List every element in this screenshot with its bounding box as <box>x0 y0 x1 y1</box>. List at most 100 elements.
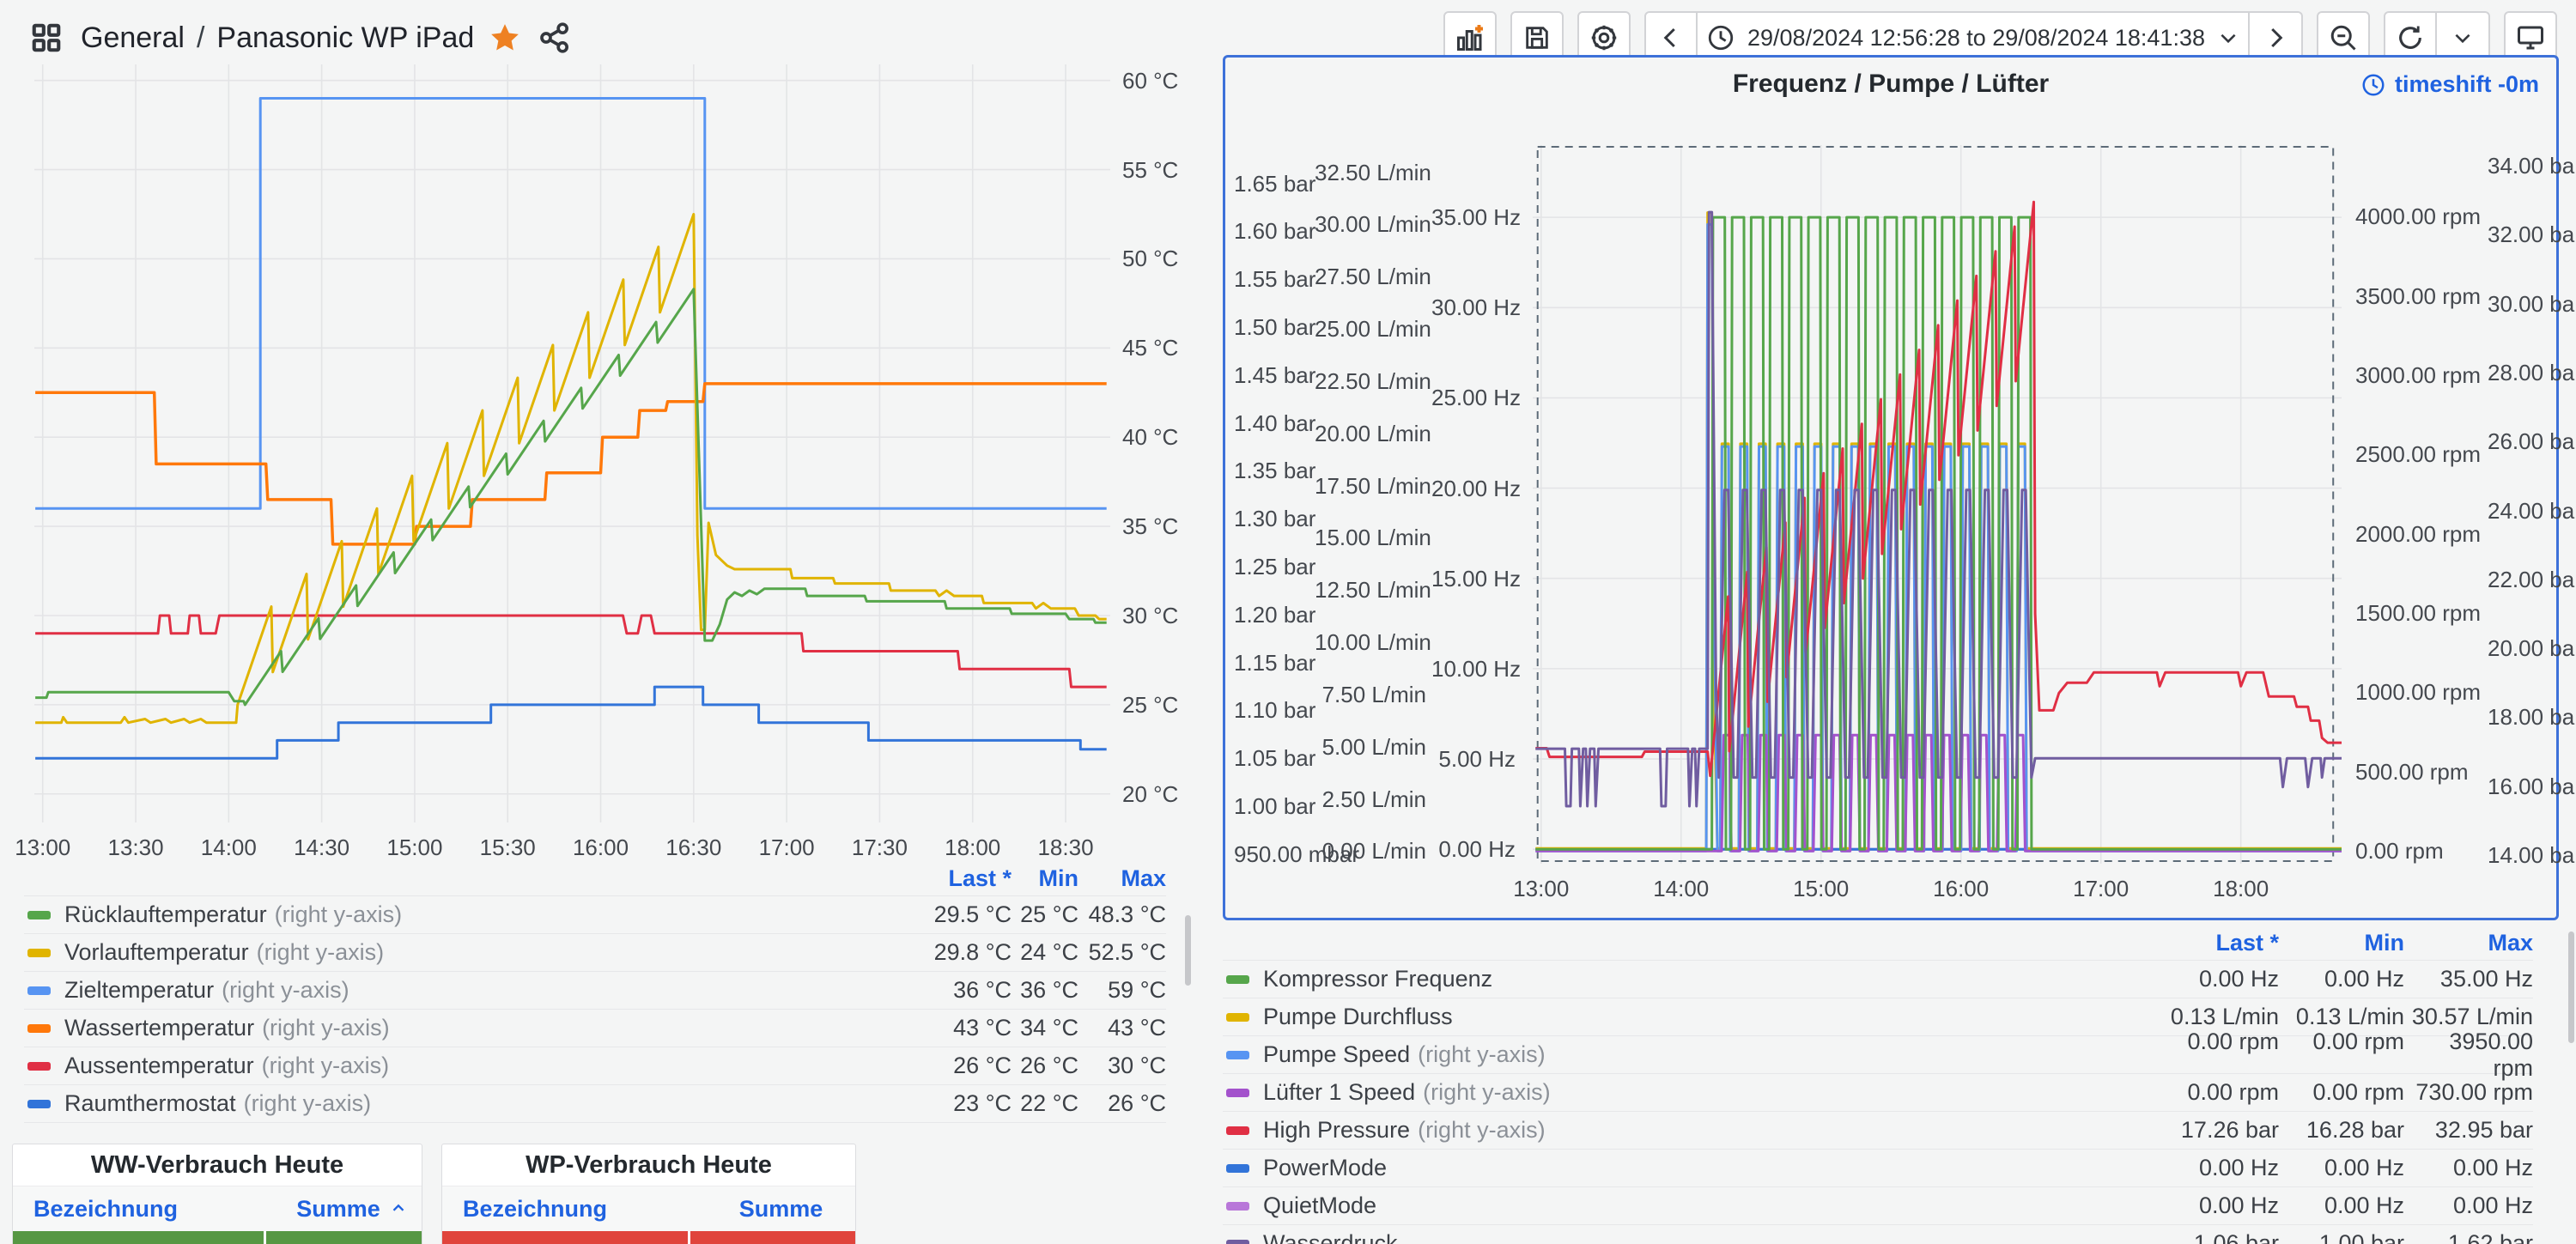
table-row[interactable] <box>442 1231 855 1244</box>
last-value: 43 °C <box>883 1015 1012 1041</box>
legend-header: Last *MinMax <box>1223 925 2533 960</box>
y-axis-tick-barL: 1.05 bar <box>1234 745 1313 771</box>
min-value: 25 °C <box>1012 901 1078 928</box>
legend-row[interactable]: PowerMode0.00 Hz0.00 Hz0.00 Hz <box>1223 1149 2533 1186</box>
x-axis-tick: 17:00 <box>735 834 838 861</box>
y-axis-tick-temp: 50 °C <box>1122 246 1204 271</box>
min-value: 0.00 Hz <box>2279 1192 2404 1219</box>
max-value: 0.00 Hz <box>2404 1192 2533 1219</box>
y-axis-tick-hz: 25.00 Hz <box>1431 385 1516 410</box>
legend-row[interactable]: Kompressor Frequenz0.00 Hz0.00 Hz35.00 H… <box>1223 960 2533 998</box>
last-value: 0.00 Hz <box>2131 1155 2279 1181</box>
y-axis-tick-temp: 20 °C <box>1122 781 1204 807</box>
legend-row[interactable]: Wasserdruck1.06 bar1.00 bar1.62 bar <box>1223 1224 2533 1244</box>
legend-row[interactable]: High Pressure(right y-axis)17.26 bar16.2… <box>1223 1111 2533 1149</box>
legend-row[interactable]: Wassertemperatur(right y-axis)43 °C34 °C… <box>24 1009 1166 1047</box>
y-axis-tick-hz: 30.00 Hz <box>1431 294 1516 320</box>
legend-sort-min[interactable]: Min <box>2279 930 2404 956</box>
y-axis-tick-lmin: 5.00 L/min <box>1315 734 1426 760</box>
series-label: PowerMode <box>1263 1155 1387 1181</box>
x-axis-tick: 15:30 <box>456 834 559 861</box>
x-axis-tick: 18:30 <box>1014 834 1117 861</box>
y-axis-tick-barL: 1.00 bar <box>1234 793 1313 819</box>
grafana-dashboard: General / Panasonic WP iPad <box>0 0 2576 1244</box>
x-axis-tick: 14:00 <box>177 834 280 861</box>
y-axis-tick-rpm: 2000.00 rpm <box>2355 521 2484 547</box>
legend-row[interactable]: Pumpe Speed(right y-axis)0.00 rpm0.00 rp… <box>1223 1035 2533 1073</box>
legend-sort-min[interactable]: Min <box>1012 865 1078 892</box>
legend-row[interactable]: QuietMode0.00 Hz0.00 Hz0.00 Hz <box>1223 1186 2533 1224</box>
series-vorlauftemperatur <box>35 215 1107 723</box>
y-axis-tick-barR: 24.00 bar <box>2488 498 2556 524</box>
series-aussentemperatur <box>35 616 1107 687</box>
legend-sort-max[interactable]: Max <box>2404 930 2533 956</box>
table-column-bezeichnung[interactable]: Bezeichnung <box>442 1196 707 1223</box>
series-color-swatch <box>1226 1126 1249 1135</box>
y-axis-tick-hz: 10.00 Hz <box>1431 656 1516 682</box>
y-axis-tick-lmin: 32.50 L/min <box>1315 160 1426 185</box>
y-axis-tick-rpm: 3500.00 rpm <box>2355 283 2484 309</box>
frequenz-pumpe-luefter-panel[interactable]: Frequenz / Pumpe / Lüfter timeshift -0m … <box>1223 55 2559 920</box>
min-value: 0.00 Hz <box>2279 966 2404 992</box>
last-value: 1.06 bar <box>2131 1230 2279 1244</box>
table-row[interactable] <box>13 1231 422 1244</box>
legend-row[interactable]: Zieltemperatur(right y-axis)36 °C36 °C59… <box>24 971 1166 1009</box>
legend-row[interactable]: Aussentemperatur(right y-axis)26 °C26 °C… <box>24 1047 1166 1084</box>
table-column-summe[interactable]: Summe <box>707 1196 855 1223</box>
legend-sort-last[interactable]: Last * <box>2131 930 2279 956</box>
y-axis-tick-temp: 35 °C <box>1122 513 1204 539</box>
x-axis-tick: 14:00 <box>1630 876 1733 902</box>
y-axis-tick-rpm: 2500.00 rpm <box>2355 441 2484 467</box>
breadcrumb-section[interactable]: General <box>81 21 185 55</box>
frequenz-chart[interactable]: 13:0014:0015:0016:0017:0018:001.65 bar1.… <box>1225 58 2556 918</box>
legend-scrollbar[interactable] <box>1185 915 1191 986</box>
min-value: 0.00 rpm <box>2279 1079 2404 1106</box>
series-label: Wasserdruck <box>1263 1230 1398 1244</box>
x-axis-tick: 16:30 <box>642 834 745 861</box>
legend-row[interactable]: Lüfter 1 Speed(right y-axis)0.00 rpm0.00… <box>1223 1073 2533 1111</box>
table-panel-title: WW-Verbrauch Heute <box>13 1144 422 1186</box>
x-axis-tick: 18:00 <box>2190 876 2293 902</box>
table-cell-bezeichnung <box>442 1231 688 1244</box>
plot-area[interactable] <box>1533 145 2342 864</box>
wp-verbrauch-panel: WP-Verbrauch HeuteBezeichnungSumme <box>441 1144 856 1244</box>
legend-sort-last[interactable]: Last * <box>883 865 1012 892</box>
last-value: 0.13 L/min <box>2131 1004 2279 1030</box>
min-value: 0.00 Hz <box>2279 1155 2404 1181</box>
last-value: 29.8 °C <box>883 939 1012 966</box>
y-axis-tick-lmin: 17.50 L/min <box>1315 473 1426 499</box>
series-label: Pumpe Durchfluss <box>1263 1004 1453 1030</box>
dashboard-title[interactable]: Panasonic WP iPad <box>216 21 474 55</box>
y-axis-tick-barR: 16.00 bar <box>2488 774 2556 799</box>
y-axis-tick-temp: 40 °C <box>1122 424 1204 450</box>
legend-row[interactable]: Rücklauftemperatur(right y-axis)29.5 °C2… <box>24 895 1166 933</box>
min-value: 24 °C <box>1012 939 1078 966</box>
temperature-chart-panel[interactable]: 13:0013:3014:0014:3015:0015:3016:0016:30… <box>0 52 1254 859</box>
x-axis-tick: 13:00 <box>0 834 94 861</box>
table-column-bezeichnung[interactable]: Bezeichnung <box>13 1196 283 1223</box>
legend-row[interactable]: Raumthermostat(right y-axis)23 °C22 °C26… <box>24 1084 1166 1123</box>
y-axis-tick-barR: 26.00 bar <box>2488 428 2556 454</box>
y-axis-tick-rpm: 3000.00 rpm <box>2355 362 2484 388</box>
y-axis-tick-rpm: 0.00 rpm <box>2355 838 2484 864</box>
table-header-row: BezeichnungSumme <box>442 1186 855 1231</box>
y-axis-tick-lmin: 27.50 L/min <box>1315 264 1426 289</box>
table-column-summe[interactable]: Summe <box>283 1196 422 1223</box>
series-color-swatch <box>27 1062 51 1071</box>
series-color-swatch <box>1226 1051 1249 1059</box>
x-axis-tick: 16:00 <box>1910 876 2013 902</box>
frequenz-legend: Last *MinMaxKompressor Frequenz0.00 Hz0.… <box>1223 925 2533 1244</box>
page-scrollbar[interactable] <box>2568 931 2574 1043</box>
chevron-down-icon <box>2217 27 2239 49</box>
legend-row[interactable]: Vorlauftemperatur(right y-axis)29.8 °C24… <box>24 933 1166 971</box>
plot-area[interactable] <box>34 64 1110 822</box>
y-axis-tick-barL: 1.40 bar <box>1234 410 1313 436</box>
max-value: 30.57 L/min <box>2404 1004 2533 1030</box>
series-color-swatch <box>27 986 51 995</box>
y-axis-tick-hz: 20.00 Hz <box>1431 476 1516 501</box>
y-axis-tick-temp: 25 °C <box>1122 692 1204 718</box>
y-axis-tick-barR: 34.00 bar <box>2488 153 2556 179</box>
x-axis-tick: 15:00 <box>363 834 466 861</box>
legend-sort-max[interactable]: Max <box>1078 865 1166 892</box>
series-color-swatch <box>1226 1202 1249 1211</box>
